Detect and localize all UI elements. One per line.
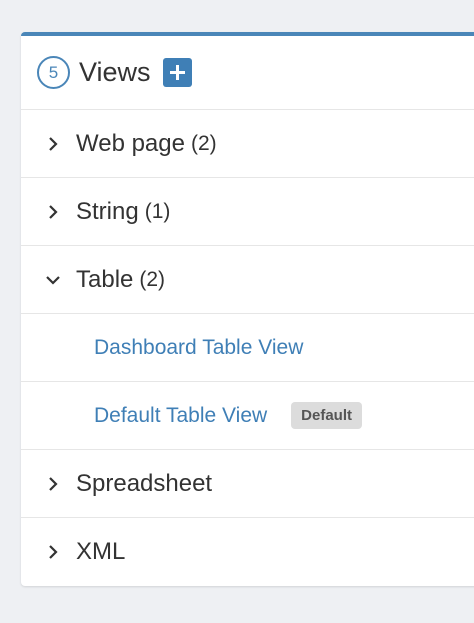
chevron-down-icon[interactable] bbox=[45, 272, 61, 288]
views-header: 5 Views bbox=[21, 36, 474, 110]
views-count-badge: 5 bbox=[37, 56, 70, 89]
group-count: (2) bbox=[139, 267, 166, 291]
plus-icon bbox=[169, 65, 185, 80]
chevron-right-icon[interactable] bbox=[45, 476, 61, 492]
add-view-button[interactable] bbox=[162, 58, 192, 87]
chevron-right-icon[interactable] bbox=[45, 544, 61, 560]
group-count: (1) bbox=[144, 199, 171, 223]
group-row-spreadsheet[interactable]: Spreadsheet bbox=[21, 450, 474, 518]
group-row-xml[interactable]: XML bbox=[21, 518, 474, 586]
group-label: Spreadsheet bbox=[76, 469, 213, 497]
group-row-string[interactable]: String (1) bbox=[21, 178, 474, 246]
default-badge: Default bbox=[291, 402, 363, 429]
group-label: Table bbox=[76, 265, 134, 293]
group-row-web-page[interactable]: Web page (2) bbox=[21, 110, 474, 178]
group-label: String bbox=[76, 197, 139, 225]
group-label: XML bbox=[76, 538, 126, 565]
chevron-right-icon[interactable] bbox=[45, 136, 61, 152]
table-view-item: Dashboard Table View bbox=[21, 314, 474, 382]
group-row-table[interactable]: Table (2) bbox=[21, 246, 474, 314]
table-view-link-default[interactable]: Default Table View bbox=[94, 404, 267, 428]
views-title: Views bbox=[79, 57, 151, 87]
chevron-right-icon[interactable] bbox=[45, 204, 61, 220]
table-view-link-dashboard[interactable]: Dashboard Table View bbox=[94, 336, 303, 360]
group-label: Web page bbox=[76, 129, 185, 157]
group-count: (2) bbox=[190, 131, 217, 155]
views-panel: 5 Views Web page (2) String (1) Table (2… bbox=[21, 32, 474, 586]
table-view-item: Default Table View Default bbox=[21, 382, 474, 450]
